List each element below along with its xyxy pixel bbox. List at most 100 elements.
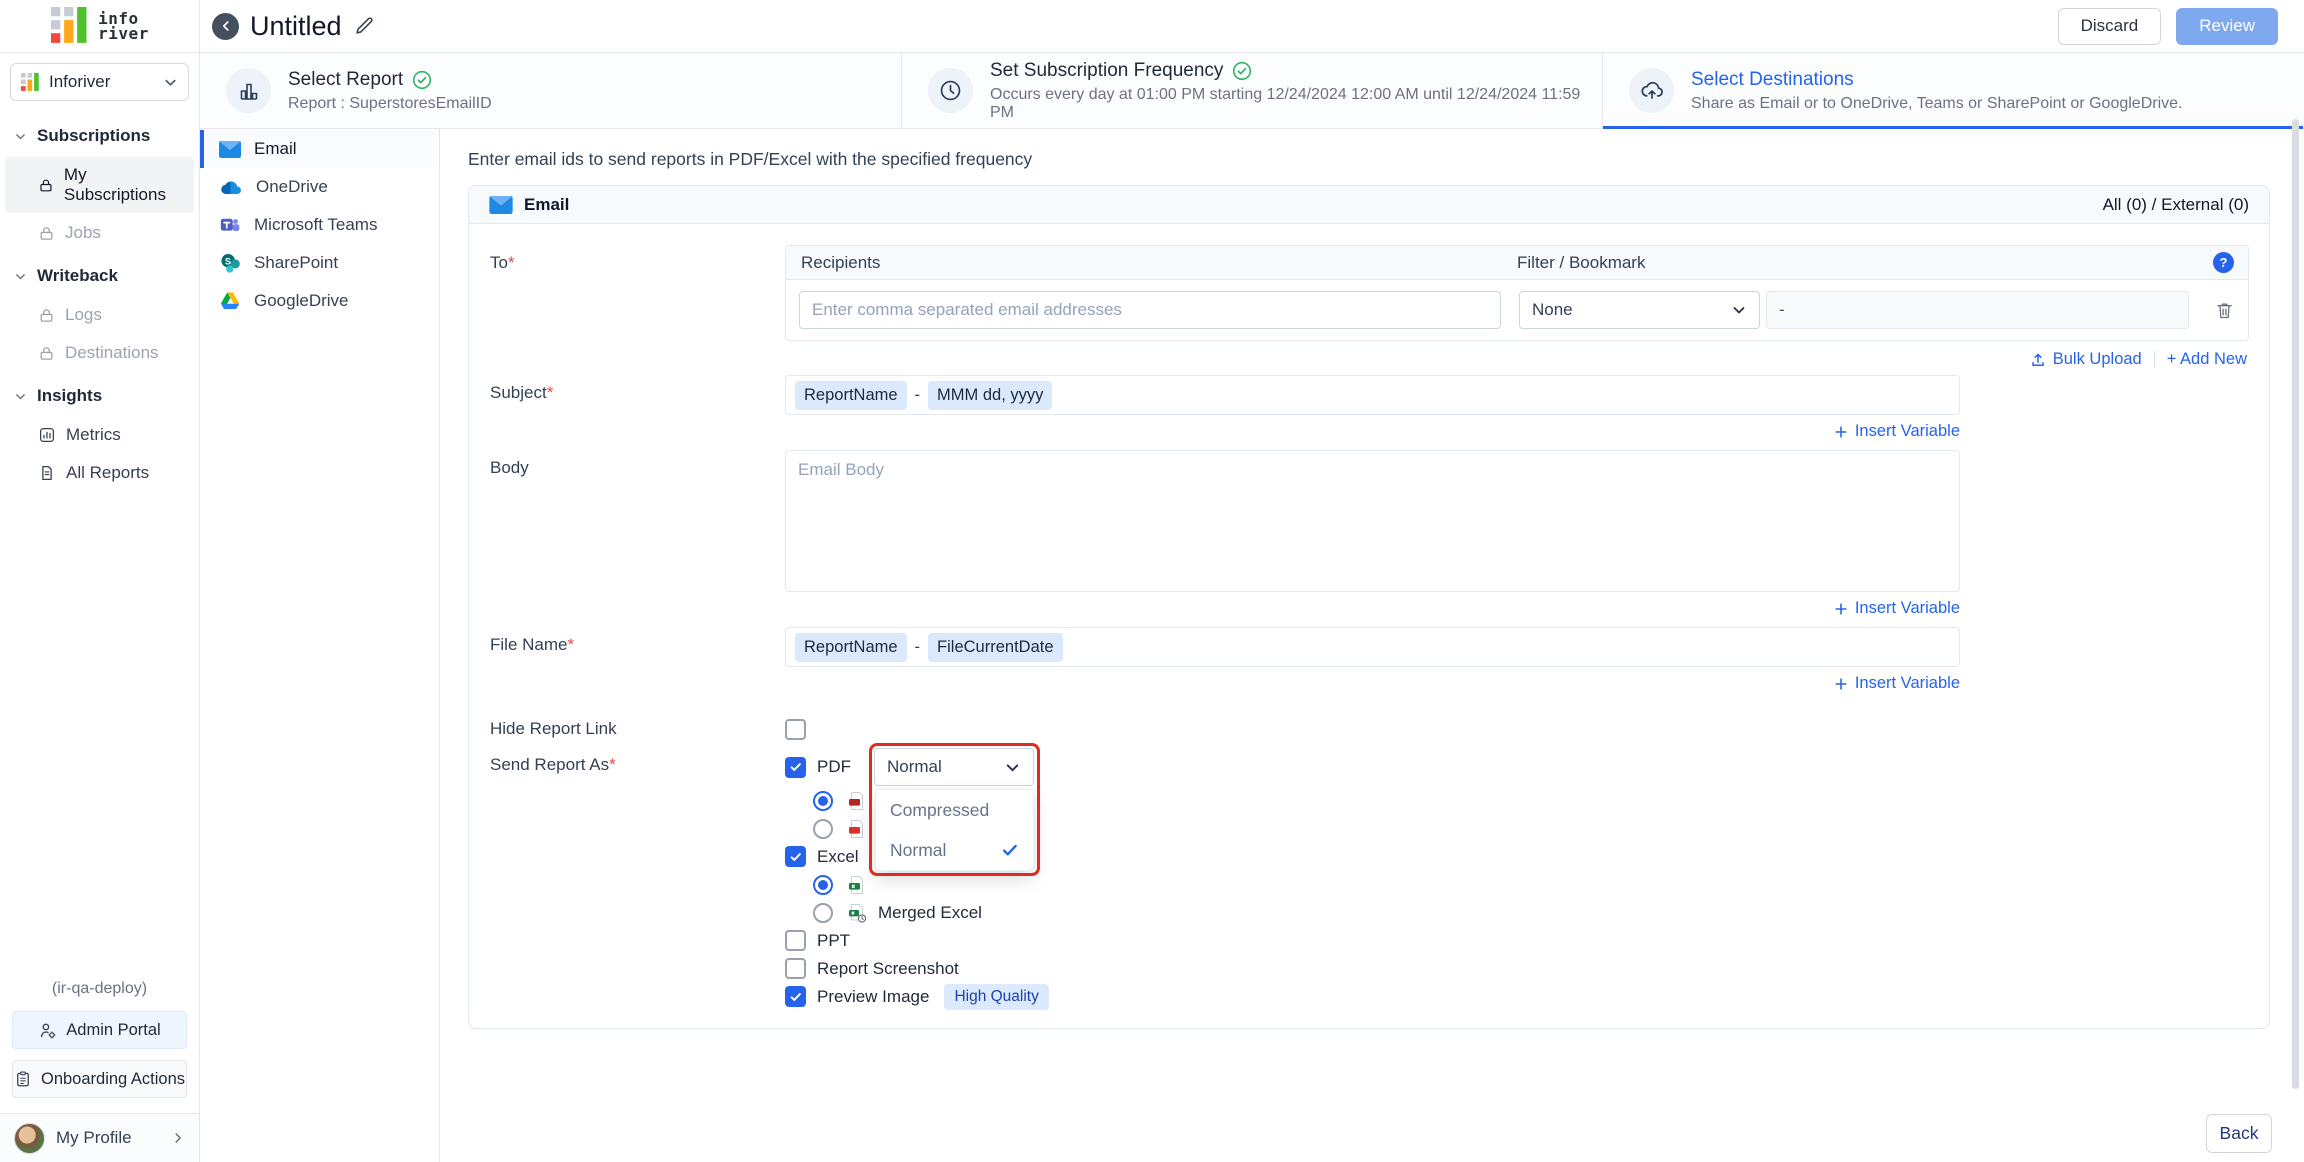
sidebar-item-jobs[interactable]: Jobs — [5, 215, 194, 251]
help-icon[interactable]: ? — [2213, 252, 2234, 273]
chevron-right-icon — [171, 1131, 185, 1145]
step-select-report[interactable]: Select Report Report : SuperstoresEmailI… — [200, 53, 901, 128]
bookmark-value-field[interactable]: - — [1766, 291, 2189, 329]
nav-header-writeback[interactable]: Writeback — [0, 257, 199, 295]
tab-sharepoint[interactable]: S SharePoint — [200, 244, 439, 282]
report-screenshot-checkbox[interactable] — [785, 958, 806, 979]
chevron-down-icon — [14, 390, 27, 403]
ppt-checkbox[interactable] — [785, 930, 806, 951]
step2-title: Set Subscription Frequency — [990, 60, 1223, 82]
recipients-input[interactable] — [799, 291, 1501, 329]
variable-chip-filecurrentdate[interactable]: FileCurrentDate — [928, 633, 1062, 662]
sidebar-item-destinations[interactable]: Destinations — [5, 335, 194, 371]
nav-header-insights[interactable]: Insights — [0, 377, 199, 415]
hide-report-link-row: Hide Report Link — [490, 715, 2261, 743]
nav-header-subscriptions[interactable]: Subscriptions — [0, 117, 199, 155]
pdf-checkbox[interactable] — [785, 757, 806, 778]
googledrive-icon — [219, 291, 241, 311]
topbar-actions: Discard Review — [2058, 0, 2304, 52]
delete-recipient-row-button[interactable] — [2214, 300, 2235, 321]
sidebar-footer: (ir-qa-deploy) Admin Portal Onboarding A… — [0, 980, 199, 1162]
add-new-recipient-link[interactable]: + Add New — [2167, 350, 2247, 369]
excel-subtype-radio-selected[interactable] — [813, 875, 833, 895]
pdf-subtype-radio-selected[interactable] — [813, 791, 833, 811]
required-marker: * — [567, 635, 574, 654]
variable-chip-reportname[interactable]: ReportName — [795, 633, 907, 662]
clock-icon — [928, 68, 973, 113]
admin-portal-button[interactable]: Admin Portal — [12, 1011, 187, 1049]
filename-field[interactable]: ReportName - FileCurrentDate — [785, 627, 1960, 667]
tab-onedrive[interactable]: OneDrive — [200, 168, 439, 206]
lock-icon — [38, 345, 55, 362]
chip-separator: - — [915, 386, 921, 405]
vertical-scrollbar[interactable] — [2292, 119, 2299, 1089]
chevron-left-icon — [219, 19, 233, 33]
email-body-textarea[interactable] — [785, 450, 1960, 592]
pdf-quality-dropdown-menu: Compressed Normal — [875, 789, 1034, 871]
trash-icon — [2214, 300, 2235, 321]
recipient-counts: All (0) / External (0) — [2103, 195, 2249, 215]
nav-section-subscriptions: Subscriptions My Subscriptions Jobs — [0, 117, 199, 251]
tab-microsoft-teams[interactable]: Microsoft Teams — [200, 206, 439, 244]
sidebar-item-all-reports[interactable]: All Reports — [5, 455, 194, 491]
nav-section-writeback: Writeback Logs Destinations — [0, 257, 199, 371]
chip-separator: - — [915, 638, 921, 657]
pdf-file-icon — [847, 819, 867, 839]
filename-row: File Name* ReportName - FileCurrentDate — [490, 627, 2261, 667]
sidebar-item-metrics[interactable]: Metrics — [5, 417, 194, 453]
edit-title-pencil-icon[interactable] — [353, 15, 375, 37]
plus-icon — [1834, 677, 1848, 691]
plus-icon — [1834, 425, 1848, 439]
required-marker: * — [609, 755, 616, 774]
review-button[interactable]: Review — [2176, 8, 2278, 45]
bulk-upload-link[interactable]: Bulk Upload — [2030, 350, 2142, 369]
excel-checkbox[interactable] — [785, 846, 806, 867]
step-set-frequency[interactable]: Set Subscription Frequency Occurs every … — [901, 53, 1602, 128]
recipients-table: Recipients Filter / Bookmark ? None — [785, 245, 2249, 341]
dropdown-option-compressed[interactable]: Compressed — [876, 790, 1033, 830]
onboarding-actions-button[interactable]: Onboarding Actions — [12, 1060, 187, 1098]
variable-chip-date-format[interactable]: MMM dd, yyyy — [928, 381, 1052, 410]
subject-field[interactable]: ReportName - MMM dd, yyyy — [785, 375, 1960, 415]
sidebar-item-logs[interactable]: Logs — [5, 297, 194, 333]
filter-select[interactable]: None — [1519, 291, 1760, 329]
inforiver-wordmark: info river — [98, 11, 149, 41]
pdf-quality-select[interactable]: Normal — [874, 748, 1034, 786]
subject-label: Subject* — [490, 375, 785, 415]
chevron-down-icon — [14, 270, 27, 283]
variable-chip-reportname[interactable]: ReportName — [795, 381, 907, 410]
tab-googledrive[interactable]: GoogleDrive — [200, 282, 439, 320]
onedrive-icon — [219, 179, 243, 196]
excel-subtype-option-row — [813, 872, 1049, 897]
sidebar-item-my-subscriptions[interactable]: My Subscriptions — [5, 157, 194, 213]
insert-variable-body-link[interactable]: Insert Variable — [1834, 599, 1960, 618]
high-quality-badge[interactable]: High Quality — [944, 984, 1048, 1010]
my-profile-row[interactable]: My Profile — [0, 1113, 199, 1162]
nav-section-insights: Insights Metrics All Reports — [0, 377, 199, 491]
step1-subtitle: Report : SuperstoresEmailID — [288, 95, 492, 113]
back-button[interactable]: Back — [2206, 1114, 2272, 1153]
destination-tabs: Email OneDrive Microsoft Teams S SharePo… — [200, 129, 440, 1162]
tab-email[interactable]: Email — [200, 130, 439, 168]
workspace-selector[interactable]: Inforiver — [10, 63, 189, 101]
lock-icon — [38, 225, 55, 242]
excel-file-icon — [847, 875, 867, 895]
email-envelope-icon — [489, 196, 513, 214]
hide-report-link-checkbox[interactable] — [785, 719, 806, 740]
insert-variable-subject-link[interactable]: Insert Variable — [1834, 422, 1960, 441]
back-nav-button[interactable] — [212, 13, 239, 40]
merged-excel-label: Merged Excel — [878, 903, 982, 923]
page-title: Untitled — [250, 11, 342, 42]
discard-button[interactable]: Discard — [2058, 8, 2162, 45]
hide-report-link-label: Hide Report Link — [490, 719, 785, 739]
step2-subtitle: Occurs every day at 01:00 PM starting 12… — [990, 86, 1602, 122]
report-document-icon — [38, 464, 56, 482]
check-icon — [789, 850, 803, 864]
preview-image-checkbox[interactable] — [785, 986, 806, 1007]
merged-excel-radio[interactable] — [813, 903, 833, 923]
step-select-destinations[interactable]: Select Destinations Share as Email or to… — [1602, 53, 2303, 128]
insert-variable-filename-link[interactable]: Insert Variable — [1834, 674, 1960, 693]
lock-icon — [38, 307, 55, 324]
dropdown-option-normal[interactable]: Normal — [876, 830, 1033, 870]
pdf-subtype-radio[interactable] — [813, 819, 833, 839]
